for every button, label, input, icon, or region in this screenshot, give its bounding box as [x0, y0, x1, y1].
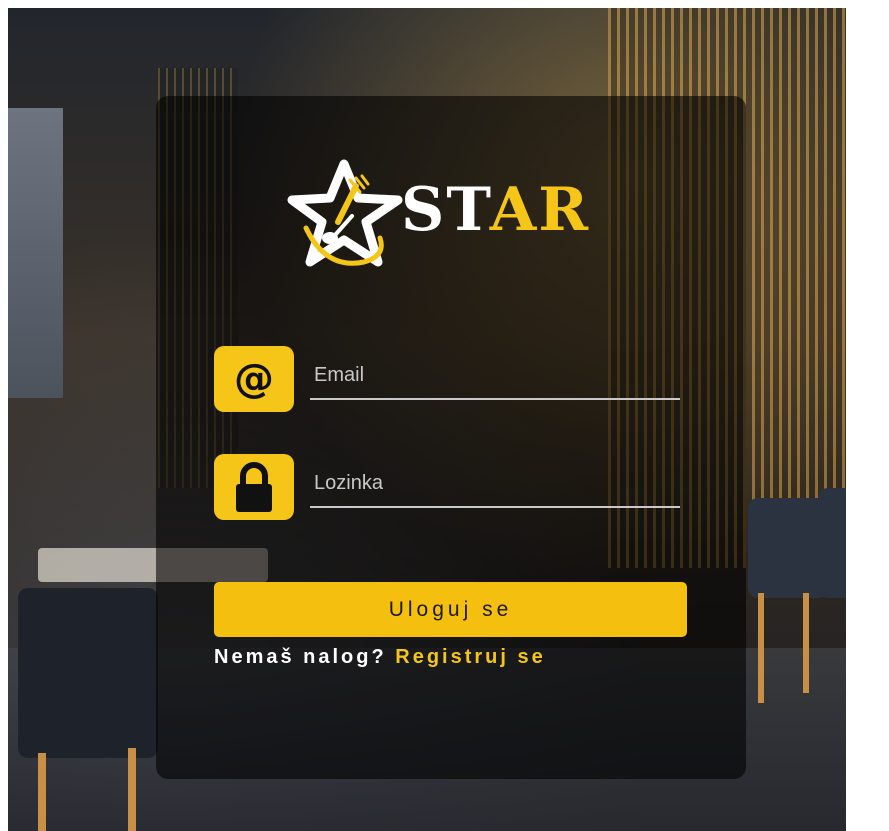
password-input[interactable] [310, 460, 680, 508]
logo-text-end: R [538, 175, 591, 245]
logo-text-white: ST [401, 175, 490, 245]
chair-decoration [18, 588, 158, 758]
chair-leg [38, 753, 46, 831]
chair-decoration [818, 488, 846, 598]
lock-icon [214, 454, 294, 520]
chair-leg [803, 593, 809, 693]
window-decoration [8, 108, 63, 398]
star-logo: STAR [286, 158, 646, 273]
svg-text:@: @ [234, 356, 274, 402]
email-row: @ [214, 346, 684, 412]
chair-leg [128, 748, 136, 831]
logo-wordmark: STAR [401, 180, 590, 240]
login-button[interactable]: Uloguj se [214, 582, 687, 637]
register-prompt: Nemaš nalog? [214, 646, 387, 668]
chair-decoration [748, 498, 828, 598]
at-sign-icon: @ [214, 346, 294, 412]
register-prompt-line: Nemaš nalog? Registruj se [214, 646, 546, 669]
chair-leg [758, 593, 764, 703]
password-row [214, 454, 684, 520]
background-image: STAR @ Uloguj se Nemaš nalog? Registruj [8, 8, 846, 831]
login-card: STAR @ Uloguj se Nemaš nalog? Registruj [156, 96, 746, 779]
logo-text-yellow: A [489, 175, 539, 245]
register-link[interactable]: Registruj se [395, 646, 545, 668]
star-fork-spoon-icon [287, 159, 403, 267]
email-input[interactable] [310, 352, 680, 400]
